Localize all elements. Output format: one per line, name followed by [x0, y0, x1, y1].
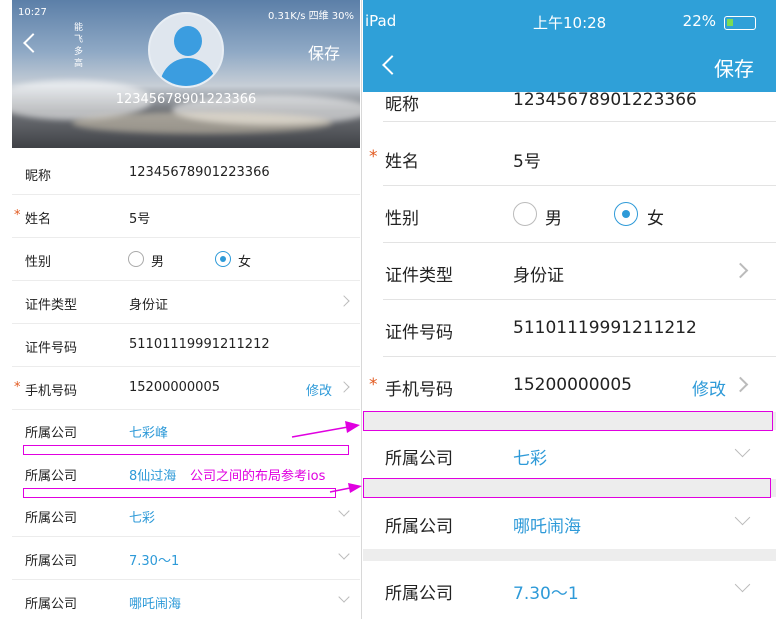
required-star: *: [369, 375, 378, 395]
company-label: 所属公司: [385, 584, 453, 604]
phone-label: 手机号码: [385, 380, 453, 400]
chevron-down-icon: [734, 576, 751, 593]
id-type-row[interactable]: 证件类型 身份证: [363, 243, 776, 300]
company-label: 所属公司: [385, 517, 453, 537]
gender-label: 性别: [385, 209, 419, 229]
annotation-arrow-1: [291, 426, 349, 438]
id-number-row[interactable]: 证件号码 51101119991211212: [363, 300, 776, 357]
id-type-value: 身份证: [513, 266, 564, 286]
phone-edit-link[interactable]: 修改: [692, 375, 726, 400]
name-row[interactable]: * 姓名 5号: [363, 129, 776, 186]
gender-female-label: 女: [647, 209, 664, 229]
chevron-right-icon: [732, 376, 749, 393]
id-number-label: 证件号码: [385, 323, 453, 343]
gender-female-radio[interactable]: [614, 202, 638, 226]
annotation-arrowhead-1: [345, 421, 360, 433]
chevron-down-icon: [734, 441, 751, 458]
company-row[interactable]: 所属公司 哪吒闹海: [363, 494, 776, 551]
company-row[interactable]: 所属公司 7.30～1: [363, 561, 776, 618]
company-value: 7.30～1: [513, 584, 579, 604]
annotation-arrow-2: [329, 487, 351, 493]
name-value[interactable]: 5号: [513, 147, 541, 172]
gender-male-radio[interactable]: [513, 202, 537, 226]
gender-row: 性别 男 女: [363, 186, 776, 243]
id-type-label: 证件类型: [385, 266, 453, 286]
company-value: 七彩: [513, 449, 547, 469]
company-label: 所属公司: [385, 449, 453, 469]
company-value: 哪吒闹海: [513, 517, 581, 537]
phone-value: 15200000005: [513, 375, 632, 395]
section-separator: [363, 549, 776, 561]
annotation-box: [363, 411, 773, 431]
annotation-box: [363, 478, 771, 498]
company-row[interactable]: 所属公司 七彩: [363, 426, 776, 483]
ios-screen: iPad 上午10:28 22% 保存 昵称 12345678901223366…: [363, 0, 776, 619]
name-label: 姓名: [385, 152, 419, 172]
phone-row: * 手机号码 15200000005 修改: [363, 357, 776, 414]
annotation-arrowhead-2: [348, 483, 362, 493]
nickname-label: 昵称: [385, 95, 419, 115]
required-star: *: [369, 147, 378, 167]
nickname-value: 12345678901223366: [513, 90, 697, 110]
chevron-right-icon: [732, 262, 749, 279]
chevron-down-icon: [734, 509, 751, 526]
gender-male-label: 男: [545, 209, 562, 229]
id-number-value[interactable]: 51101119991211212: [513, 318, 697, 338]
